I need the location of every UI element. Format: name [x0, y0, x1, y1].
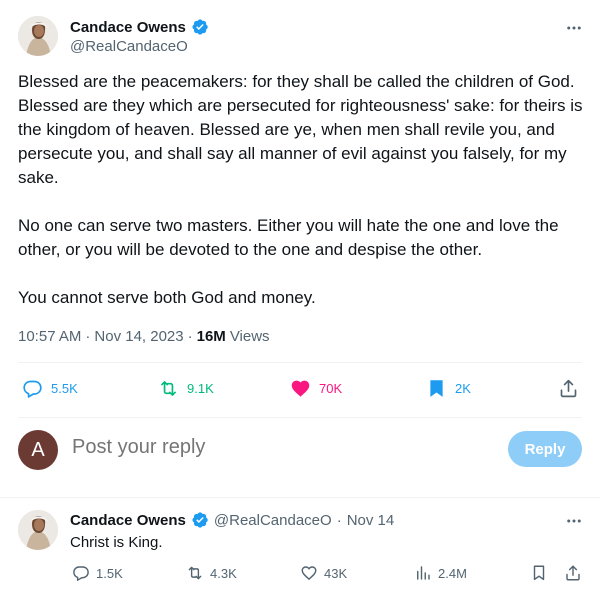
share-icon [564, 564, 582, 582]
more-icon[interactable] [562, 511, 586, 531]
more-icon[interactable] [562, 18, 586, 38]
like-icon [300, 564, 318, 582]
views-button[interactable]: 2.4M [414, 564, 467, 582]
user-avatar[interactable]: A [18, 430, 58, 470]
author-avatar[interactable] [18, 16, 58, 56]
meta-separator: · [187, 328, 193, 345]
repost-count: 9.1K [187, 381, 214, 396]
author-display-name[interactable]: Candace Owens [70, 19, 186, 36]
tweet-time[interactable]: 10:57 AM [18, 328, 81, 345]
like-count: 70K [319, 381, 343, 396]
tweet-text: Blessed are the peacemakers: for they sh… [18, 70, 584, 310]
share-button[interactable] [564, 564, 582, 582]
tweet-actions: 1.5K 4.3K 43K 2.4M [0, 564, 600, 588]
views-label: Views [229, 328, 270, 345]
repost-button[interactable]: 9.1K [158, 378, 214, 399]
tweet-actions: 5.5K 9.1K 70K 2K [0, 378, 600, 402]
tweet-date[interactable]: Nov 14 [347, 512, 395, 529]
like-button[interactable]: 70K [290, 378, 342, 399]
tweet-meta: 10:57 AM · Nov 14, 2023 · 16M Views [18, 328, 270, 345]
reply-button[interactable]: 1.5K [72, 564, 123, 582]
tweet-paragraph: You cannot serve both God and money. [18, 288, 316, 307]
tweet-text: Christ is King. [70, 534, 163, 551]
views-icon [414, 564, 432, 582]
reply-input[interactable] [72, 436, 472, 459]
divider [18, 362, 582, 363]
tweet-paragraph: Blessed are the peacemakers: for they sh… [18, 72, 583, 187]
bookmark-icon [530, 564, 548, 582]
repost-icon [186, 564, 204, 582]
like-icon [290, 378, 311, 399]
reply-button[interactable]: 5.5K [22, 378, 78, 399]
views-count: 2.4M [438, 565, 467, 581]
repost-icon [158, 378, 179, 399]
author-handle[interactable]: @RealCandaceO [214, 512, 332, 529]
share-button[interactable] [558, 378, 579, 399]
like-button[interactable]: 43K [300, 564, 347, 582]
tweet-paragraph: No one can serve two masters. Either you… [18, 216, 559, 259]
views-count: 16M [196, 328, 226, 345]
meta-separator: · [85, 328, 91, 345]
verified-badge-icon [191, 18, 209, 36]
reply-composer: A Reply [0, 418, 600, 498]
reply-count: 1.5K [96, 565, 123, 581]
reply-icon [22, 378, 43, 399]
author-name-row: Candace Owens [70, 18, 209, 36]
bookmark-button[interactable] [530, 564, 548, 582]
repost-button[interactable]: 4.3K [186, 564, 237, 582]
author-handle[interactable]: @RealCandaceO [70, 38, 188, 55]
like-count: 43K [324, 565, 348, 581]
reply-count: 5.5K [51, 381, 78, 396]
bookmark-icon [426, 378, 447, 399]
tweet-date[interactable]: Nov 14, 2023 [94, 328, 183, 345]
reply-submit-button[interactable]: Reply [508, 431, 582, 467]
reply-icon [72, 564, 90, 582]
meta-separator: · [336, 511, 342, 529]
share-icon [558, 378, 579, 399]
bookmark-count: 2K [455, 381, 471, 396]
author-display-name[interactable]: Candace Owens [70, 512, 186, 529]
author-avatar[interactable] [18, 510, 58, 550]
verified-badge-icon [191, 511, 209, 529]
repost-count: 4.3K [210, 565, 237, 581]
bookmark-button[interactable]: 2K [426, 378, 471, 399]
thread-tweet[interactable]: Candace Owens @RealCandaceO · Nov 14 Chr… [0, 498, 600, 596]
author-name-row: Candace Owens @RealCandaceO · Nov 14 [70, 511, 394, 529]
